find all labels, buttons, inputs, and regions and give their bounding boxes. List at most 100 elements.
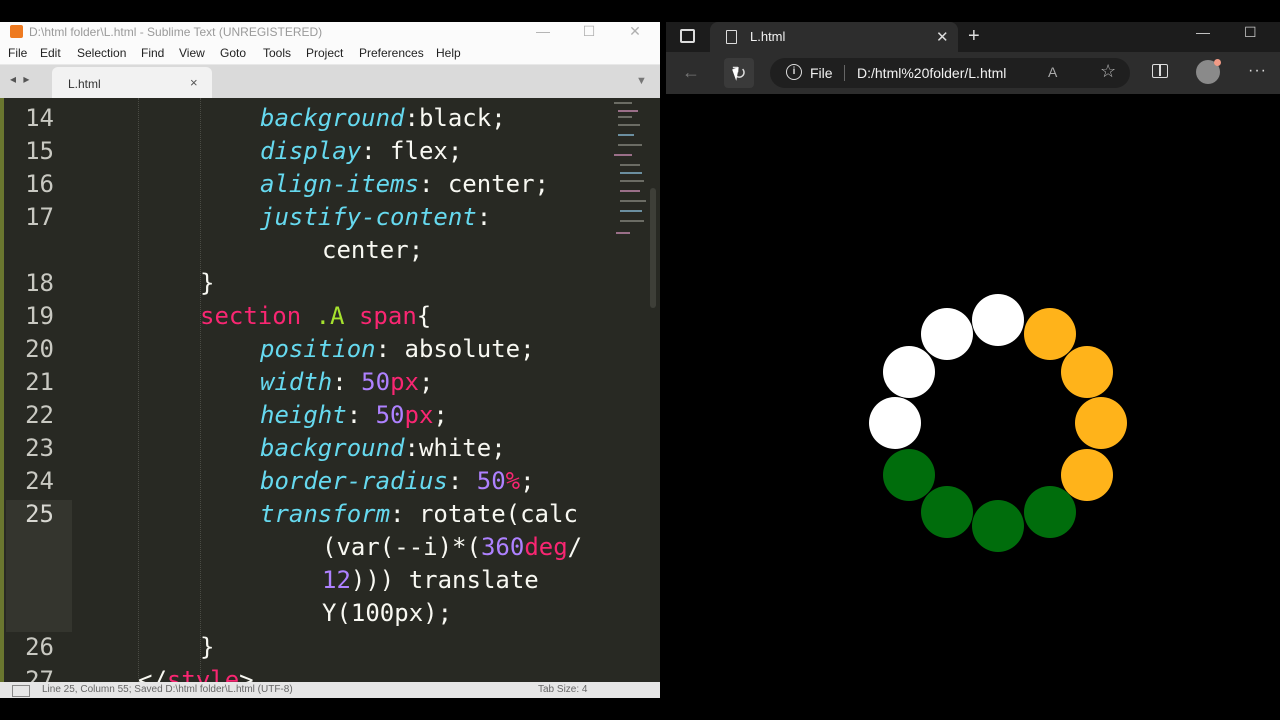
menu-project[interactable]: Project — [306, 46, 343, 60]
code-line-18: } — [200, 269, 214, 297]
css-property: align-items — [260, 170, 419, 198]
browser-toolbar: ← ↻ i File D:/html%20folder/L.html A ☆ ·… — [666, 52, 1280, 94]
favorite-star-icon[interactable]: ☆ — [1100, 61, 1116, 82]
close-button[interactable]: ✕ — [612, 22, 658, 42]
line-number: 20 — [25, 335, 54, 363]
minimap-line — [620, 180, 644, 182]
menu-tools[interactable]: Tools — [263, 46, 291, 60]
url-text[interactable]: D:/html%20folder/L.html — [857, 65, 1006, 81]
css-property: transform — [260, 500, 391, 528]
code-text: : flex; — [361, 137, 463, 165]
tab-actions-icon[interactable] — [680, 29, 695, 43]
panel-toggle-icon[interactable] — [12, 685, 30, 697]
menu-preferences[interactable]: Preferences — [359, 46, 424, 60]
browser-tab-close-icon[interactable]: ✕ — [936, 28, 949, 46]
loader-dot — [1075, 397, 1127, 449]
minimap-line — [620, 164, 640, 166]
loader-dot — [972, 500, 1024, 552]
browser-tab-l-html[interactable]: L.html ✕ — [710, 22, 958, 52]
menu-view[interactable]: View — [179, 46, 205, 60]
line-number: 22 — [25, 401, 54, 429]
code-line-15: display: flex; — [260, 137, 462, 165]
back-arrow-icon[interactable]: ← — [682, 62, 700, 83]
sublime-logo-icon — [10, 25, 23, 38]
code-text: ; — [418, 368, 434, 396]
loader-dot — [1061, 345, 1114, 398]
title-bar: D:\html folder\L.html - Sublime Text (UN… — [0, 22, 660, 42]
menu-file[interactable]: File — [8, 46, 27, 60]
new-tab-button[interactable]: + — [968, 25, 980, 48]
minimap-line — [620, 172, 642, 174]
menu-help[interactable]: Help — [436, 46, 461, 60]
css-number: 12 — [322, 566, 351, 594]
code-text: (var(--i)*( — [322, 533, 481, 561]
code-line-14: background:black; — [260, 104, 506, 132]
minimap-line — [618, 134, 634, 136]
css-property: background — [260, 104, 405, 132]
css-unit: % — [505, 467, 521, 495]
code-line-25: transform: rotate(calc — [260, 500, 578, 528]
more-menu-icon[interactable]: ··· — [1248, 62, 1267, 80]
css-selector-class: .A — [315, 302, 345, 330]
code-text: / — [567, 533, 583, 561]
css-property: height — [260, 401, 347, 429]
profile-avatar[interactable] — [1196, 59, 1221, 84]
minimize-button[interactable]: — — [520, 22, 566, 42]
line-number: 27 — [25, 666, 54, 682]
css-property: border-radius — [260, 467, 448, 495]
code-line-17-wrap: center; — [322, 236, 423, 264]
line-number: 23 — [25, 434, 54, 462]
browser-tab-strip: L.html ✕ + — ☐ — [666, 22, 1280, 52]
css-number: 360 — [480, 533, 525, 561]
css-number: 50 — [361, 368, 391, 396]
minimap-line — [618, 116, 632, 118]
code-text: Y(100px); — [322, 599, 453, 627]
code-line-27: </style> — [138, 666, 254, 682]
code-line-23: background:white; — [260, 434, 506, 462]
css-unit: px — [390, 368, 419, 396]
browser-tab-title: L.html — [750, 29, 786, 44]
code-line-16: align-items: center; — [260, 170, 549, 198]
code-text: :black; — [404, 104, 506, 132]
modified-indicator — [0, 98, 4, 682]
status-bar: Line 25, Column 55; Saved D:\html folder… — [0, 682, 660, 698]
loader-dot — [869, 397, 921, 449]
minimap-line — [614, 102, 632, 104]
line-number: 15 — [25, 137, 54, 165]
minimap-line — [618, 144, 642, 146]
code-text: } — [200, 269, 215, 297]
minimap-line — [620, 220, 644, 222]
vertical-scrollbar[interactable] — [650, 188, 656, 308]
line-number: 16 — [25, 170, 54, 198]
browser-minimize-button[interactable]: — — [1196, 24, 1210, 40]
code-editor[interactable]: 14 15 16 17 18 19 20 21 22 23 24 25 26 2… — [0, 98, 660, 682]
line-number: 26 — [25, 633, 54, 661]
menu-bar: File Edit Selection Find View Goto Tools… — [0, 42, 660, 65]
menu-goto[interactable]: Goto — [220, 46, 246, 60]
menu-find[interactable]: Find — [141, 46, 164, 60]
tab-close-icon[interactable]: × — [190, 75, 198, 90]
menu-edit[interactable]: Edit — [40, 46, 61, 60]
tab-label: L.html — [68, 77, 101, 91]
line-number-current: 25 — [25, 500, 54, 528]
maximize-button[interactable]: ☐ — [566, 22, 612, 42]
tab-dropdown-icon[interactable]: ▼ — [636, 75, 647, 87]
tab-l-html[interactable]: L.html × — [52, 67, 212, 98]
info-icon[interactable]: i — [786, 64, 802, 80]
tab-nav-arrows-icon[interactable]: ◂ ▸ — [10, 72, 31, 86]
browser-maximize-button[interactable]: ☐ — [1244, 24, 1257, 41]
split-screen-icon[interactable] — [1152, 64, 1168, 78]
minimap-line — [620, 200, 646, 202]
minimap-line — [616, 232, 630, 234]
line-number: 24 — [25, 467, 54, 495]
menu-selection[interactable]: Selection — [77, 46, 126, 60]
code-line-25-wrap: Y(100px); — [322, 599, 452, 627]
loader-dot — [920, 486, 973, 539]
url-scheme-label: File — [810, 65, 833, 81]
minimap[interactable] — [610, 98, 650, 258]
address-bar[interactable]: i File D:/html%20folder/L.html A ☆ — [770, 58, 1130, 88]
loader-dot — [1023, 307, 1076, 360]
tab-size-selector[interactable]: Tab Size: 4 — [538, 684, 587, 695]
css-property: display — [260, 137, 362, 165]
read-aloud-icon[interactable]: A — [1048, 64, 1057, 80]
